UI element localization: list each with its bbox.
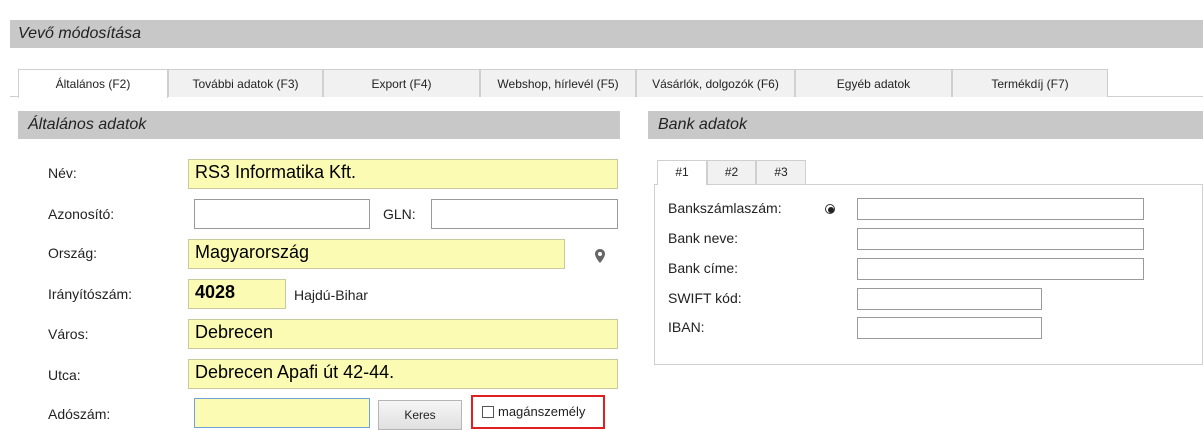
private-person-checkbox[interactable]: [482, 406, 494, 418]
name-field[interactable]: RS3 Informatika Kft.: [188, 159, 618, 189]
tab-product-fee[interactable]: Termékdíj (F7): [952, 69, 1108, 97]
name-label: Név:: [48, 165, 77, 181]
window-title: Vevő módosítása: [18, 25, 142, 42]
tab-buyers-employees[interactable]: Vásárlók, dolgozók (F6): [636, 69, 795, 97]
bank-name-label: Bank neve:: [668, 230, 739, 246]
bank-address-label: Bank címe:: [668, 260, 739, 276]
swift-label: SWIFT kód:: [668, 290, 742, 306]
map-pin-icon[interactable]: [594, 248, 606, 264]
zip-value: 4028: [195, 282, 236, 302]
general-section-title: Általános adatok: [28, 116, 147, 133]
search-button[interactable]: Keres: [378, 400, 462, 430]
country-label: Ország:: [48, 245, 98, 261]
bank-name-field[interactable]: [857, 228, 1144, 250]
bank-section-header: Bank adatok: [648, 111, 1203, 139]
window-title-bar: Vevő módosítása: [10, 20, 1203, 48]
general-section-header: Általános adatok: [18, 111, 620, 139]
city-value: Debrecen: [195, 322, 274, 342]
gln-label: GLN:: [383, 206, 416, 222]
id-label: Azonosító:: [48, 206, 115, 222]
tax-number-field[interactable]: [194, 398, 370, 428]
name-value: RS3 Informatika Kft.: [195, 162, 357, 182]
account-number-field[interactable]: [857, 198, 1144, 220]
tab-webshop[interactable]: Webshop, hírlevél (F5): [480, 69, 636, 97]
private-person-label[interactable]: magánszemély: [498, 404, 585, 419]
radio-selected-icon[interactable]: [825, 204, 835, 214]
tab-general[interactable]: Általános (F2): [18, 69, 168, 98]
bank-address-field[interactable]: [857, 258, 1144, 280]
bank-tab-3[interactable]: #3: [756, 160, 806, 184]
iban-field[interactable]: [857, 317, 1042, 339]
country-field[interactable]: Magyarország: [188, 239, 565, 269]
zip-field[interactable]: 4028: [188, 279, 286, 309]
tax-number-label: Adószám:: [48, 406, 111, 422]
tab-additional-data[interactable]: További adatok (F3): [168, 69, 323, 97]
bank-tab-1[interactable]: #1: [657, 160, 707, 185]
zip-label: Irányítószám:: [48, 286, 133, 302]
tab-other-data[interactable]: Egyéb adatok: [795, 69, 952, 97]
street-value: Debrecen Apafi út 42-44.: [195, 362, 395, 382]
gln-field[interactable]: [431, 199, 618, 229]
account-number-label: Bankszámlaszám:: [668, 200, 782, 216]
county-text: Hajdú-Bihar: [294, 287, 368, 303]
iban-label: IBAN:: [668, 319, 705, 335]
swift-field[interactable]: [857, 288, 1042, 310]
city-field[interactable]: Debrecen: [188, 319, 618, 349]
id-field[interactable]: [194, 199, 370, 229]
bank-section-title: Bank adatok: [658, 116, 747, 133]
country-value: Magyarország: [195, 242, 310, 262]
city-label: Város:: [48, 326, 89, 342]
tab-export[interactable]: Export (F4): [323, 69, 480, 97]
street-label: Utca:: [48, 367, 81, 383]
bank-tab-2[interactable]: #2: [707, 160, 756, 184]
street-field[interactable]: Debrecen Apafi út 42-44.: [188, 359, 618, 389]
